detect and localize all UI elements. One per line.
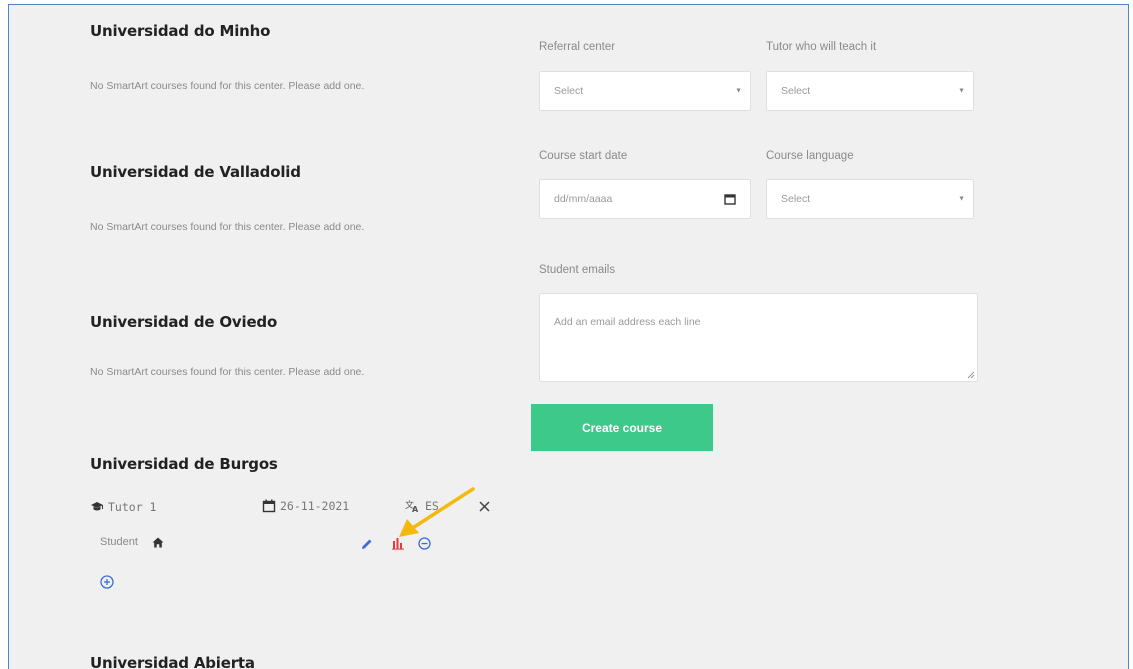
close-icon[interactable] <box>479 501 490 512</box>
referral-center-select[interactable]: Select ▼ <box>539 71 751 111</box>
student-emails-label: Student emails <box>539 264 616 276</box>
referral-center-label: Referral center <box>539 41 616 53</box>
center-title-abierta: Universidad Abierta <box>90 654 255 669</box>
course-date-text: 26-11-2021 <box>280 499 350 513</box>
center-title-minho: Universidad do Minho <box>90 22 271 40</box>
tutor-select[interactable]: Select ▼ <box>766 71 974 111</box>
main-panel: Universidad do Minho No SmartArt courses… <box>8 4 1129 669</box>
home-icon <box>152 537 164 548</box>
student-label: Student <box>100 536 138 548</box>
course-tutor: Tutor 1 <box>90 500 156 514</box>
plus-circle-icon[interactable] <box>100 575 114 589</box>
empty-courses-message: No SmartArt courses found for this cente… <box>90 80 365 92</box>
graduation-cap-icon <box>90 501 104 513</box>
center-title-burgos: Universidad de Burgos <box>90 455 278 473</box>
pencil-icon[interactable] <box>361 538 373 550</box>
student-emails-textarea[interactable]: Add an email address each line <box>539 293 978 382</box>
tutor-name: Tutor 1 <box>108 500 157 514</box>
course-date: 26-11-2021 <box>262 499 349 513</box>
empty-courses-message: No SmartArt courses found for this cente… <box>90 366 365 378</box>
chevron-down-icon: ▼ <box>958 87 965 95</box>
course-language-label: Course language <box>766 150 854 162</box>
center-title-oviedo: Universidad de Oviedo <box>90 313 278 331</box>
calendar-icon[interactable] <box>724 193 736 205</box>
chevron-down-icon: ▼ <box>735 87 742 95</box>
start-date-input[interactable]: dd/mm/aaaa <box>539 179 751 219</box>
start-date-label: Course start date <box>539 150 628 162</box>
student-entry: Student <box>100 536 164 548</box>
annotation-arrow-icon <box>393 485 479 541</box>
center-title-valladolid: Universidad de Valladolid <box>90 163 301 181</box>
resize-handle-icon[interactable] <box>967 371 975 379</box>
empty-courses-message: No SmartArt courses found for this cente… <box>90 221 365 233</box>
course-language-select[interactable]: Select ▼ <box>766 179 974 219</box>
chevron-down-icon: ▼ <box>958 195 965 203</box>
create-course-button[interactable]: Create course <box>531 404 713 451</box>
tutor-label: Tutor who will teach it <box>766 41 877 53</box>
calendar-icon <box>262 499 276 513</box>
